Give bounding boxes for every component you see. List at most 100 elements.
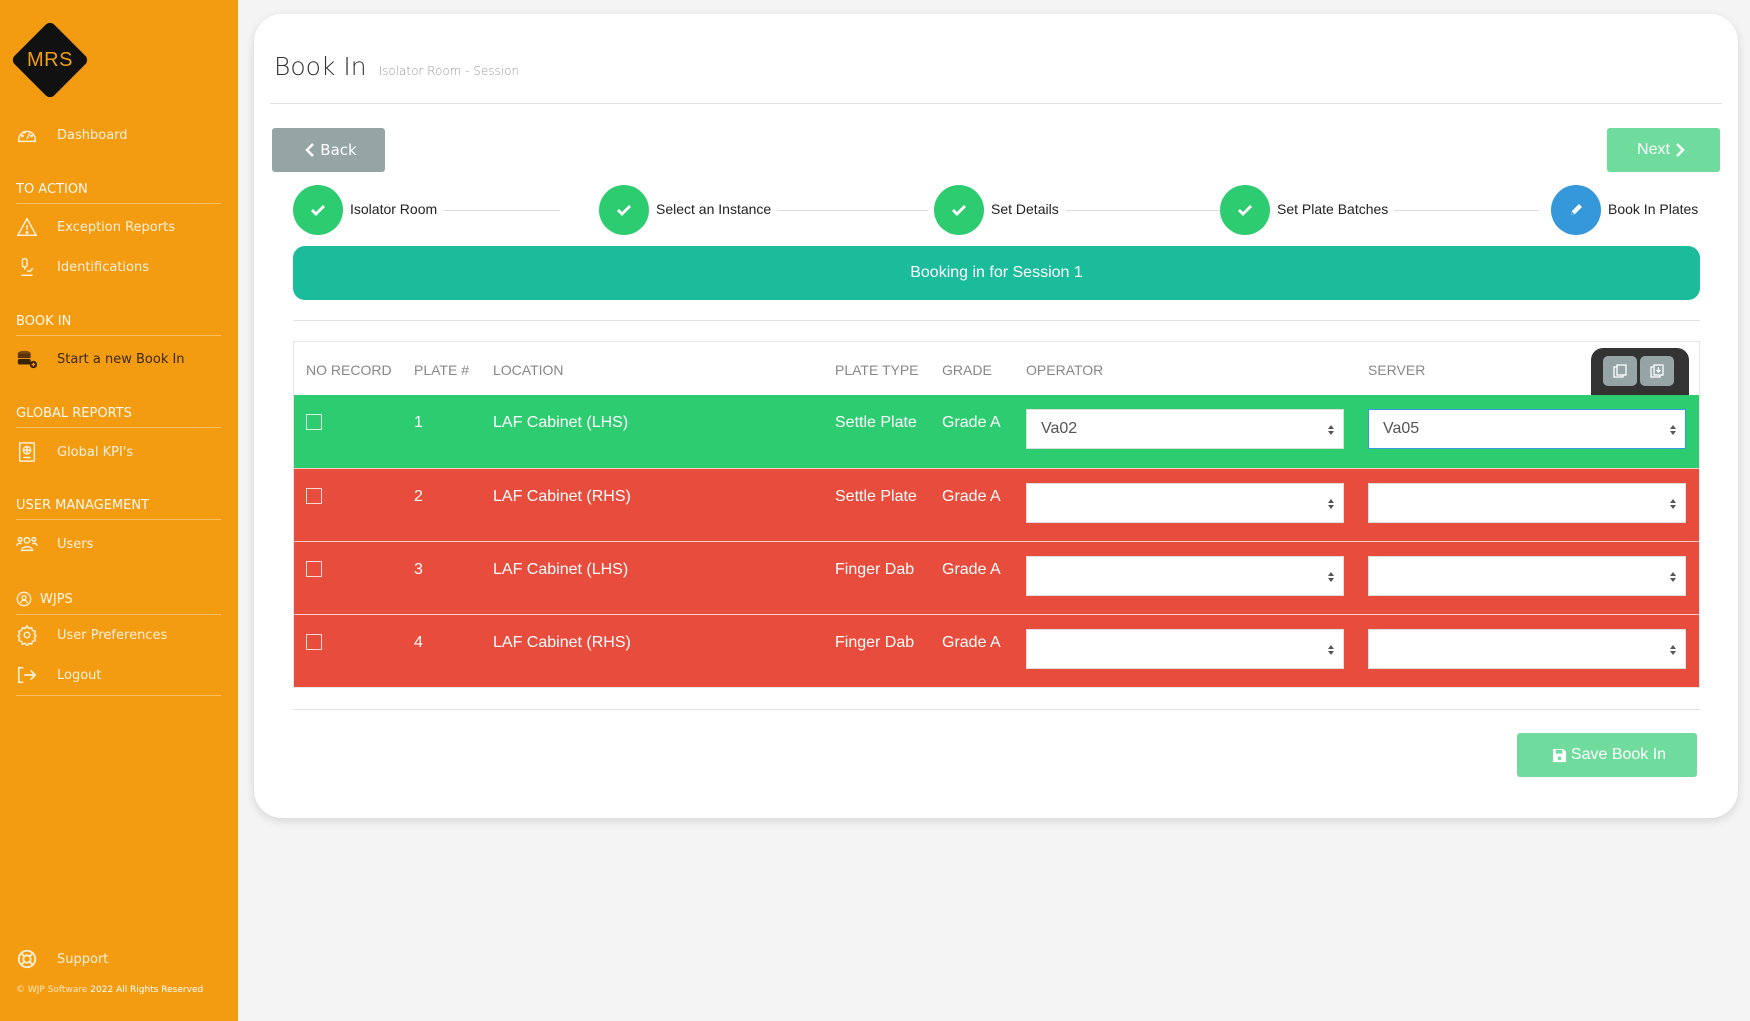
- col-plate-type: PLATE TYPE: [835, 362, 919, 378]
- back-button[interactable]: Back: [272, 128, 385, 172]
- step-1-complete[interactable]: [293, 185, 343, 235]
- col-grade: GRADE: [942, 362, 992, 378]
- sidebar-item-label: Exception Reports: [57, 219, 175, 235]
- floppy-disk-icon: [1552, 748, 1566, 762]
- grade: Grade A: [942, 634, 1001, 651]
- next-button[interactable]: Next: [1607, 128, 1720, 172]
- plate-type: Settle Plate: [835, 488, 917, 505]
- sidebar-item-users[interactable]: Users: [16, 531, 226, 557]
- select-arrows-icon: [1328, 425, 1334, 435]
- step-label: Select an Instance: [654, 201, 778, 217]
- table-row: 3 LAF Cabinet (LHS) Finger Dab Grade A: [294, 541, 1699, 614]
- sidebar-item-logout[interactable]: Logout: [16, 662, 226, 688]
- plate-number: 1: [414, 414, 423, 431]
- plate-type: Finger Dab: [835, 561, 915, 578]
- copyright-year: 2022 All Rights Reserved: [90, 985, 204, 995]
- main-panel: Book In Isolator Room - Session Back Nex…: [254, 14, 1738, 818]
- header-divider: [270, 103, 1722, 104]
- sidebar-item-identifications[interactable]: Identifications: [16, 254, 226, 280]
- check-icon: [617, 205, 631, 216]
- users-group-icon: [16, 533, 42, 555]
- sidebar-item-label: Users: [57, 536, 94, 552]
- sidebar-item-label: Dashboard: [57, 127, 128, 143]
- no-record-checkbox[interactable]: [306, 414, 322, 430]
- paste-down-icon: [1650, 364, 1664, 378]
- section-title-user-management: USER MANAGEMENT: [16, 498, 221, 520]
- dashboard-gauge-icon: [16, 124, 42, 146]
- table-row: 2 LAF Cabinet (RHS) Settle Plate Grade A: [294, 468, 1699, 541]
- operator-select[interactable]: Va02: [1026, 409, 1344, 449]
- col-operator: OPERATOR: [1026, 362, 1104, 378]
- server-select[interactable]: Va05: [1368, 409, 1686, 449]
- sidebar-item-label: User Preferences: [57, 627, 168, 643]
- sidebar-item-label: Identifications: [57, 259, 150, 275]
- user-circle-icon: [16, 588, 32, 610]
- copyright-footer: © WJP Software 2022 All Rights Reserved: [16, 985, 203, 995]
- banner-divider: [293, 320, 1700, 321]
- pencil-icon: [1571, 204, 1582, 215]
- plate-type: Settle Plate: [835, 414, 917, 431]
- step-2-complete[interactable]: [599, 185, 649, 235]
- grade: Grade A: [942, 561, 1001, 578]
- sidebar-item-global-kpis[interactable]: Global KPI's: [16, 439, 226, 465]
- page-title-text: Book In: [274, 52, 367, 81]
- next-label: Next: [1637, 141, 1670, 158]
- warning-triangle-icon: [16, 216, 42, 238]
- table-row: 1 LAF Cabinet (LHS) Settle Plate Grade A…: [294, 395, 1699, 468]
- back-label: Back: [320, 141, 357, 159]
- page-subtitle: Isolator Room - Session: [378, 64, 520, 78]
- server-select[interactable]: [1368, 483, 1686, 523]
- section-title-wjps: WJPS: [16, 586, 226, 612]
- sidebar-item-label: Start a new Book In: [57, 351, 185, 367]
- database-add-icon: [16, 348, 42, 370]
- step-connector: [1394, 210, 1539, 211]
- col-server: SERVER: [1368, 362, 1426, 378]
- server-select[interactable]: [1368, 556, 1686, 596]
- table-header: NO RECORD PLATE # LOCATION PLATE TYPE GR…: [294, 342, 1699, 396]
- sidebar-item-start-book-in[interactable]: Start a new Book In: [16, 346, 226, 372]
- section-title-to-action: TO ACTION: [16, 182, 221, 204]
- page-title: Book In Isolator Room - Session: [274, 52, 519, 81]
- sidebar-item-exception-reports[interactable]: Exception Reports: [16, 214, 226, 240]
- logo[interactable]: MRS: [10, 20, 90, 100]
- sidebar-item-dashboard[interactable]: Dashboard: [16, 122, 226, 148]
- save-label: Save Book In: [1570, 746, 1667, 763]
- step-5-active[interactable]: [1551, 185, 1601, 235]
- logo-text: MRS: [27, 49, 73, 71]
- select-arrows-icon: [1328, 499, 1334, 509]
- section-title-global-reports: GLOBAL REPORTS: [16, 406, 221, 428]
- select-arrows-icon: [1670, 645, 1676, 655]
- check-icon: [311, 205, 325, 216]
- location: LAF Cabinet (LHS): [493, 414, 629, 431]
- no-record-checkbox[interactable]: [306, 488, 322, 504]
- lifebuoy-icon: [16, 948, 42, 970]
- sidebar-item-user-preferences[interactable]: User Preferences: [16, 622, 226, 648]
- location: LAF Cabinet (LHS): [493, 561, 629, 578]
- col-no-record: NO RECORD: [306, 362, 392, 378]
- server-select[interactable]: [1368, 629, 1686, 669]
- plate-number: 4: [414, 634, 423, 651]
- operator-select[interactable]: [1026, 556, 1344, 596]
- microscope-icon: [16, 256, 42, 278]
- grade: Grade A: [942, 488, 1001, 505]
- server-value: Va05: [1383, 420, 1420, 437]
- session-banner: Booking in for Session 1: [293, 246, 1700, 300]
- operator-select[interactable]: [1026, 483, 1344, 523]
- paste-down-button[interactable]: [1640, 356, 1674, 386]
- save-book-in-button[interactable]: Save Book In: [1517, 733, 1697, 777]
- gear-icon: [16, 624, 42, 646]
- chevron-left-icon: [305, 143, 315, 157]
- copy-button[interactable]: [1603, 356, 1637, 386]
- no-record-checkbox[interactable]: [306, 561, 322, 577]
- step-4-complete[interactable]: [1220, 185, 1270, 235]
- select-arrows-icon: [1670, 572, 1676, 582]
- check-icon: [1238, 205, 1252, 216]
- no-record-checkbox[interactable]: [306, 634, 322, 650]
- operator-select[interactable]: [1026, 629, 1344, 669]
- passport-globe-icon: [16, 441, 42, 463]
- sidebar-item-support[interactable]: Support: [16, 946, 226, 972]
- sidebar-item-label: Support: [57, 951, 109, 967]
- step-3-complete[interactable]: [934, 185, 984, 235]
- sidebar-item-label: Logout: [57, 667, 102, 683]
- select-arrows-icon: [1328, 645, 1334, 655]
